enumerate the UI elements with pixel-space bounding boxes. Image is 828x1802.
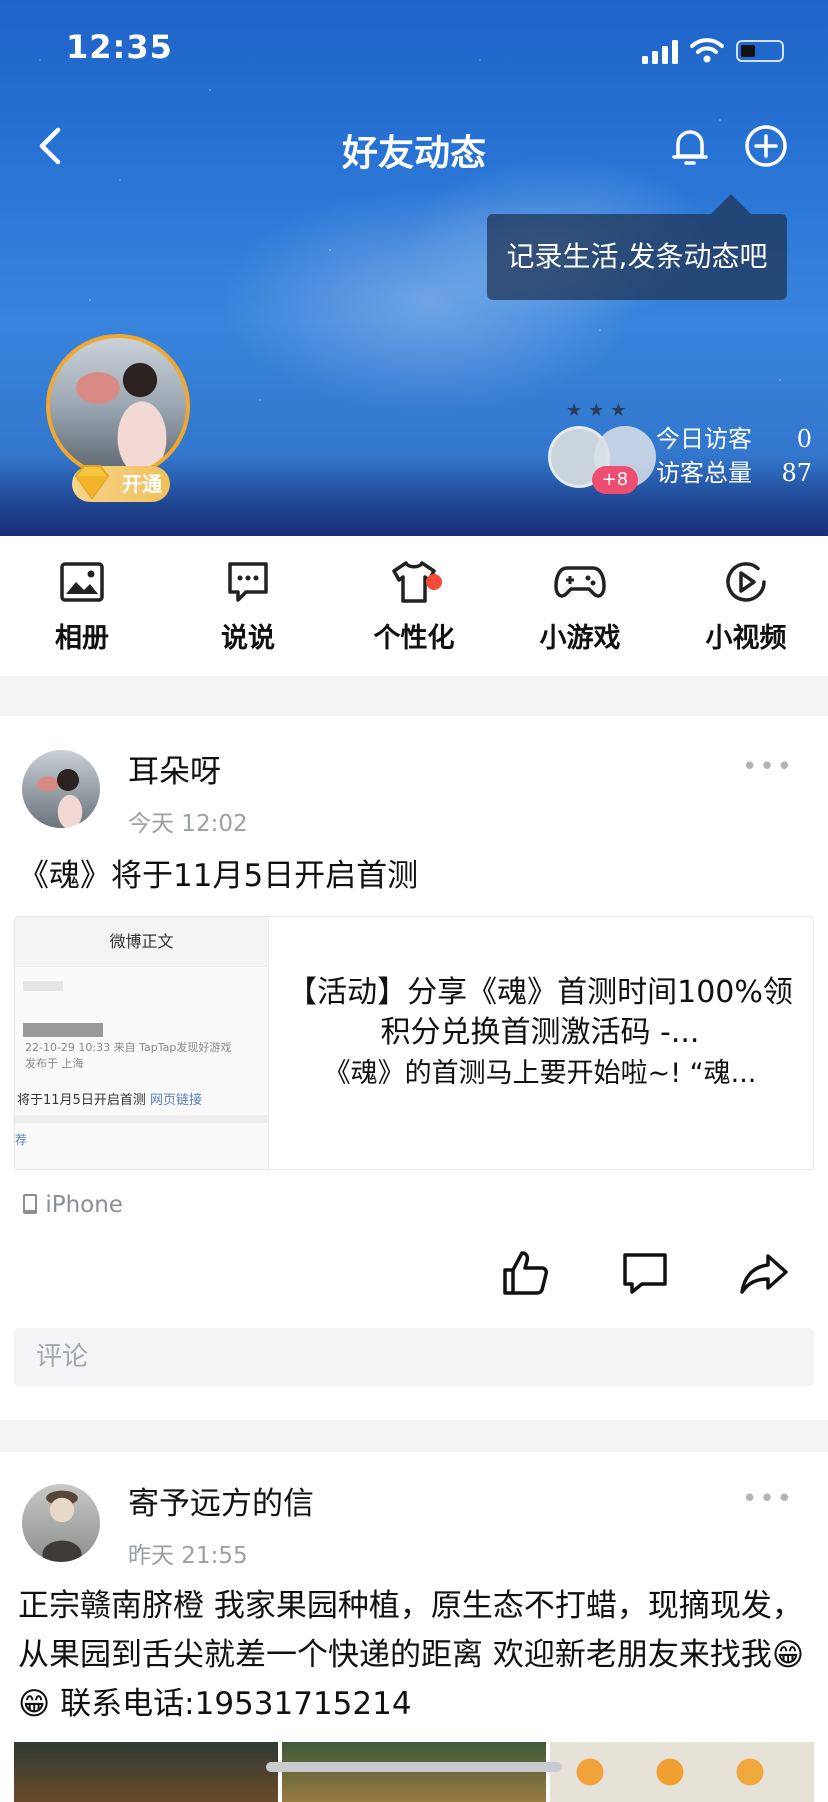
post-author-avatar[interactable] (22, 750, 100, 828)
total-visitors-label: 访客总量 (656, 459, 752, 487)
post-author-name[interactable]: 耳朵呀 (128, 746, 221, 791)
post-time: 今天 12:02 (128, 811, 248, 837)
thumb-text-content: 将于11月5日开启首测 (17, 1093, 146, 1108)
post-author-name[interactable]: 寄予远方的信 (128, 1478, 314, 1523)
wifi-icon (690, 38, 724, 63)
menu-item-personalize[interactable]: 个性化 (354, 558, 474, 655)
link-summary: 《魂》的首测马上要开始啦~! “魂... (323, 1058, 757, 1089)
like-icon[interactable] (500, 1248, 550, 1298)
notification-bell-icon[interactable] (668, 124, 712, 168)
device-name: iPhone (45, 1192, 123, 1218)
diamond-icon (74, 465, 110, 500)
post-photo[interactable] (550, 1742, 814, 1802)
post-photos (14, 1742, 814, 1802)
post-author-avatar[interactable] (22, 1484, 100, 1562)
thumb-divider (15, 1115, 269, 1123)
visitor-stats[interactable]: 今日访客 0 访客总量 87 (656, 422, 812, 490)
post-time: 昨天 21:55 (128, 1543, 248, 1569)
album-icon (60, 562, 104, 602)
post-photo[interactable] (282, 1742, 546, 1802)
status-time: 12:35 (66, 28, 173, 66)
status-bar: 12:35 (0, 28, 828, 78)
post-hint-tooltip[interactable]: 记录生活,发条动态吧 (487, 194, 787, 300)
more-options-icon[interactable]: ••• (742, 752, 794, 782)
post-text: 《魂》将于11月5日开启首测 (18, 858, 419, 894)
thumb-text: 将于11月5日开启首测 网页链接 (17, 1089, 202, 1108)
thumb-meta: 22-10-29 10:33 来自 TapTap发现好游戏 (25, 1041, 232, 1054)
gamepad-icon (554, 566, 606, 598)
visitor-count-badge: +8 (592, 466, 638, 494)
new-dot-badge (426, 574, 442, 590)
comment-input[interactable]: 评论 (14, 1328, 814, 1386)
thumb-location: 发布于 上海 (25, 1057, 84, 1070)
menu-item-label: 相册 (55, 623, 109, 654)
section-divider (0, 676, 828, 716)
menu-item-minigame[interactable]: 小游戏 (520, 558, 640, 655)
cover-background[interactable]: 12:35 好友动态 记录生活,发条动态吧 开通 ★★★ +8 今日访客 0 访… (0, 0, 828, 536)
thumb-link: 网页链接 (149, 1093, 202, 1108)
play-icon (726, 562, 766, 602)
menu-item-album[interactable]: 相册 (22, 558, 142, 655)
message-icon (228, 562, 268, 602)
shared-link-card[interactable]: 微博正文 22-10-29 10:33 来自 TapTap发现好游戏 发布于 上… (14, 916, 814, 1170)
menu-item-label: 小游戏 (539, 623, 621, 654)
post-divider (0, 1420, 828, 1452)
comment-icon[interactable] (620, 1250, 670, 1296)
more-options-icon[interactable]: ••• (742, 1484, 794, 1514)
post-photo[interactable] (14, 1742, 278, 1802)
vip-label: 开通 (122, 472, 162, 496)
link-thumbnail: 微博正文 22-10-29 10:33 来自 TapTap发现好游戏 发布于 上… (15, 917, 269, 1169)
my-avatar[interactable] (46, 334, 190, 478)
post-device: iPhone (22, 1192, 123, 1218)
quick-menu: 相册 说说 个性化 小游戏 小视频 (0, 536, 828, 676)
thumb-blur (23, 981, 63, 991)
thumb-blur (23, 1023, 103, 1037)
cellular-signal-icon (642, 40, 678, 64)
home-indicator (266, 1762, 562, 1772)
menu-item-label: 小视频 (705, 623, 787, 654)
share-icon[interactable] (738, 1250, 790, 1296)
menu-item-video[interactable]: 小视频 (686, 558, 806, 655)
menu-item-label: 说说 (221, 623, 275, 654)
battery-icon (736, 40, 784, 62)
vip-open-badge[interactable]: 开通 (72, 465, 170, 502)
menu-item-label: 个性化 (373, 623, 455, 654)
link-title: 【活动】分享《魂》首测时间100%领积分兑换首测激活码 -... (287, 975, 793, 1050)
menu-item-shuoshuo[interactable]: 说说 (188, 558, 308, 655)
post-text: 正宗赣南脐橙 我家果园种植，原生态不打蜡，现摘现发，从果园到舌尖就差一个快递的距… (18, 1588, 805, 1722)
phone-icon (23, 1194, 37, 1214)
visitor-stars-icon: ★★★ (566, 400, 633, 421)
total-visitors-value: 87 (781, 459, 812, 487)
thumb-tag: 荐 (15, 1133, 28, 1147)
today-visitors-value: 0 (796, 425, 812, 453)
navbar: 好友动态 (0, 108, 828, 184)
add-post-icon[interactable] (744, 124, 788, 168)
today-visitors-label: 今日访客 (656, 425, 752, 453)
thumb-header: 微博正文 (15, 917, 268, 967)
